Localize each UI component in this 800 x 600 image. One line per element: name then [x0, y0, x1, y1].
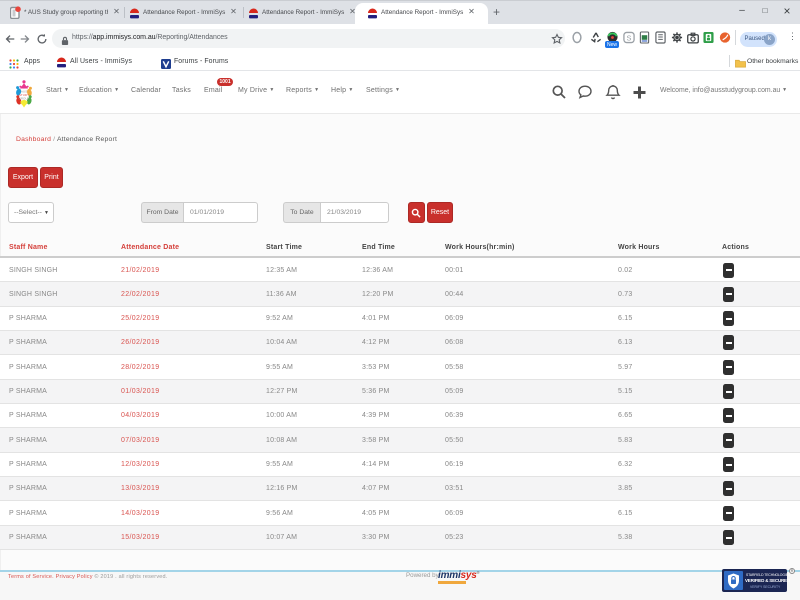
svg-text:S: S — [627, 33, 632, 42]
svg-text:GROUP: GROUP — [18, 96, 29, 100]
